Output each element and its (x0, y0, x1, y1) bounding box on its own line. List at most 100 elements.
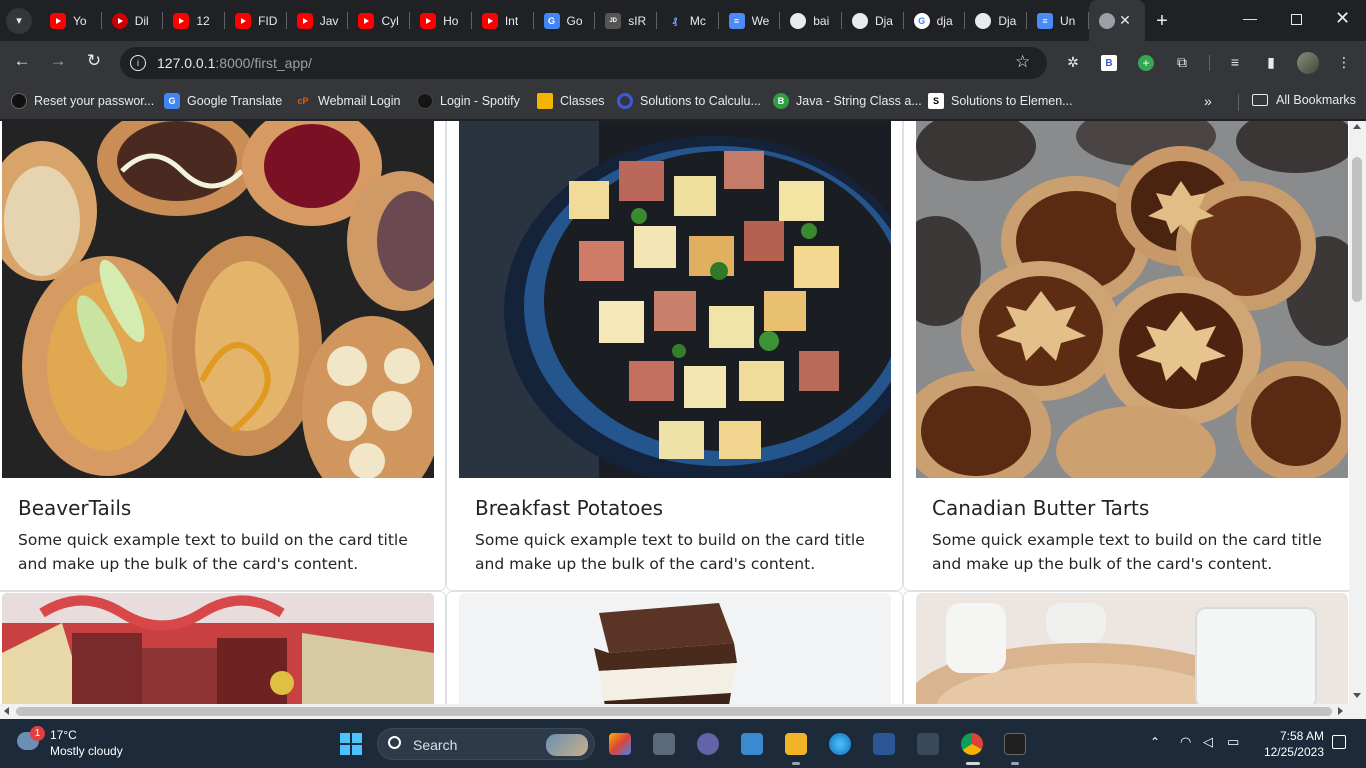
github-icon (790, 12, 807, 29)
scrollbar-thumb[interactable] (1352, 157, 1362, 302)
youtube-icon (296, 12, 313, 29)
toolbar-divider (1209, 55, 1210, 71)
card-image (916, 121, 1348, 478)
tab[interactable]: Cyl (348, 0, 410, 41)
folder-icon (1252, 94, 1268, 106)
tab[interactable]: Gdja (904, 0, 966, 41)
tab[interactable]: Dja (965, 0, 1027, 41)
scroll-down-icon[interactable] (1353, 693, 1361, 698)
forward-icon[interactable]: → (46, 51, 70, 71)
card-image (459, 121, 891, 478)
copilot-icon[interactable] (609, 733, 631, 755)
tab[interactable]: FID (225, 0, 287, 41)
window-close-icon[interactable]: ✕ (1335, 8, 1350, 29)
tab[interactable]: JD sIR (595, 0, 657, 41)
notification-icon[interactable] (1332, 735, 1346, 749)
url-text[interactable]: 127.0.0.1:8000/first_app/ (157, 55, 312, 71)
weather-condition[interactable]: Mostly cloudy (50, 744, 123, 758)
bookmark-item[interactable]: S Solutions to Elemen... (928, 93, 1073, 109)
youtube-icon (50, 12, 66, 29)
site-info-icon[interactable]: i (130, 55, 146, 71)
tab[interactable]: Ho (410, 0, 472, 41)
extension-gear-icon[interactable]: ✲ (1064, 53, 1082, 71)
windows-start-icon[interactable] (340, 733, 362, 755)
tab-search-button[interactable]: ▾ (6, 7, 32, 34)
card: Canadian Butter Tarts Some quick example… (903, 121, 1360, 591)
bookmarks-overflow-icon[interactable]: » (1204, 93, 1212, 109)
volume-icon[interactable]: ◁ (1203, 734, 1213, 750)
scroll-up-icon[interactable] (1353, 124, 1361, 129)
extensions-puzzle-icon[interactable]: ⧉ (1173, 53, 1191, 71)
active-indicator (966, 762, 980, 765)
tab[interactable]: Dil (102, 0, 164, 41)
bookmark-item[interactable]: Solutions to Calculu... (617, 93, 761, 109)
avatar[interactable] (1297, 52, 1319, 74)
bookmarks-bar: Reset your passwor... G Google Translate … (0, 85, 1366, 120)
scrollbar-thumb[interactable] (16, 707, 1332, 716)
google-icon: G (913, 12, 930, 29)
globe-icon (1098, 12, 1115, 29)
cpanel-icon: cP (297, 96, 309, 106)
side-panel-icon[interactable]: ▮ (1262, 53, 1280, 71)
weather-temperature[interactable]: 17°C (50, 728, 77, 742)
all-bookmarks-button[interactable]: All Bookmarks (1252, 93, 1356, 107)
card: Breakfast Potatoes Some quick example te… (446, 121, 903, 591)
clock-date[interactable]: 12/25/2023 (1260, 745, 1324, 759)
teams-icon[interactable] (697, 733, 719, 755)
address-bar[interactable]: i 127.0.0.1:8000/first_app/ ☆ (120, 47, 1047, 79)
jdoodle-icon: JD (605, 12, 622, 29)
tab[interactable]: ₰ Mc (657, 0, 719, 41)
extension-green-icon[interactable]: + (1138, 55, 1154, 71)
tab[interactable]: bai (780, 0, 842, 41)
file-explorer-icon[interactable] (785, 733, 807, 755)
minimize-icon[interactable]: — (1243, 10, 1257, 26)
wifi-icon[interactable]: ◠ (1180, 734, 1191, 750)
vertical-scrollbar[interactable] (1349, 121, 1366, 704)
chrome-icon[interactable] (961, 733, 983, 755)
reload-icon[interactable]: ↻ (82, 51, 106, 71)
media-control-icon[interactable]: ≡ (1226, 53, 1244, 71)
card-text: Some quick example text to build on the … (932, 531, 1322, 573)
tab[interactable]: 12 (163, 0, 225, 41)
bookmark-b-icon: B (773, 93, 789, 109)
new-tab-button[interactable]: + (1152, 10, 1172, 33)
back-icon[interactable]: ← (10, 51, 34, 71)
menu-kebab-icon[interactable]: ⋮ (1335, 53, 1353, 71)
store-icon[interactable] (873, 733, 895, 755)
tab[interactable]: ≡ Un (1027, 0, 1089, 41)
close-tab-icon[interactable]: ✕ (1117, 12, 1133, 28)
tab[interactable]: ≡ We (719, 0, 781, 41)
tab[interactable]: Yo (40, 0, 102, 41)
card (903, 591, 1360, 719)
github-icon (975, 12, 992, 29)
battery-icon[interactable]: ▭ (1227, 734, 1239, 750)
bookmark-item[interactable]: Login - Spotify (417, 93, 520, 109)
clock-time[interactable]: 7:58 AM (1260, 729, 1324, 743)
record-icon (111, 12, 128, 29)
edge-icon[interactable] (829, 733, 851, 755)
horizontal-scrollbar[interactable] (0, 704, 1366, 719)
scroll-right-icon[interactable] (1338, 707, 1343, 715)
bookmark-star-icon[interactable]: ☆ (1015, 52, 1030, 72)
tab[interactable]: Dja (842, 0, 904, 41)
bookmark-item[interactable]: Reset your passwor... (11, 93, 154, 109)
performance-monitor-icon[interactable] (917, 733, 939, 755)
bookmark-item[interactable]: B Java - String Class a... (773, 93, 922, 109)
task-view-icon[interactable] (653, 733, 675, 755)
scroll-left-icon[interactable] (4, 707, 9, 715)
maximize-icon[interactable] (1291, 14, 1302, 25)
spotify-icon (417, 93, 433, 109)
browser-toolbar: ← → ↻ i 127.0.0.1:8000/first_app/ ☆ ✲ B … (0, 41, 1366, 85)
tab[interactable]: Jav (287, 0, 349, 41)
terminal-icon[interactable] (1004, 733, 1026, 755)
bookmark-item[interactable]: Classes (537, 93, 604, 109)
taskbar-search[interactable]: Search (377, 728, 595, 760)
chevron-up-icon[interactable]: ⌃ (1150, 735, 1160, 749)
extension-b-icon[interactable]: B (1101, 55, 1117, 71)
bookmark-item[interactable]: G Google Translate (164, 93, 282, 109)
tab[interactable]: G Go (534, 0, 596, 41)
tab[interactable]: Int (472, 0, 534, 41)
bookmark-item[interactable]: cP Webmail Login (295, 93, 400, 109)
screen-snip-icon[interactable] (741, 733, 763, 755)
docs-icon: ≡ (1037, 12, 1053, 29)
